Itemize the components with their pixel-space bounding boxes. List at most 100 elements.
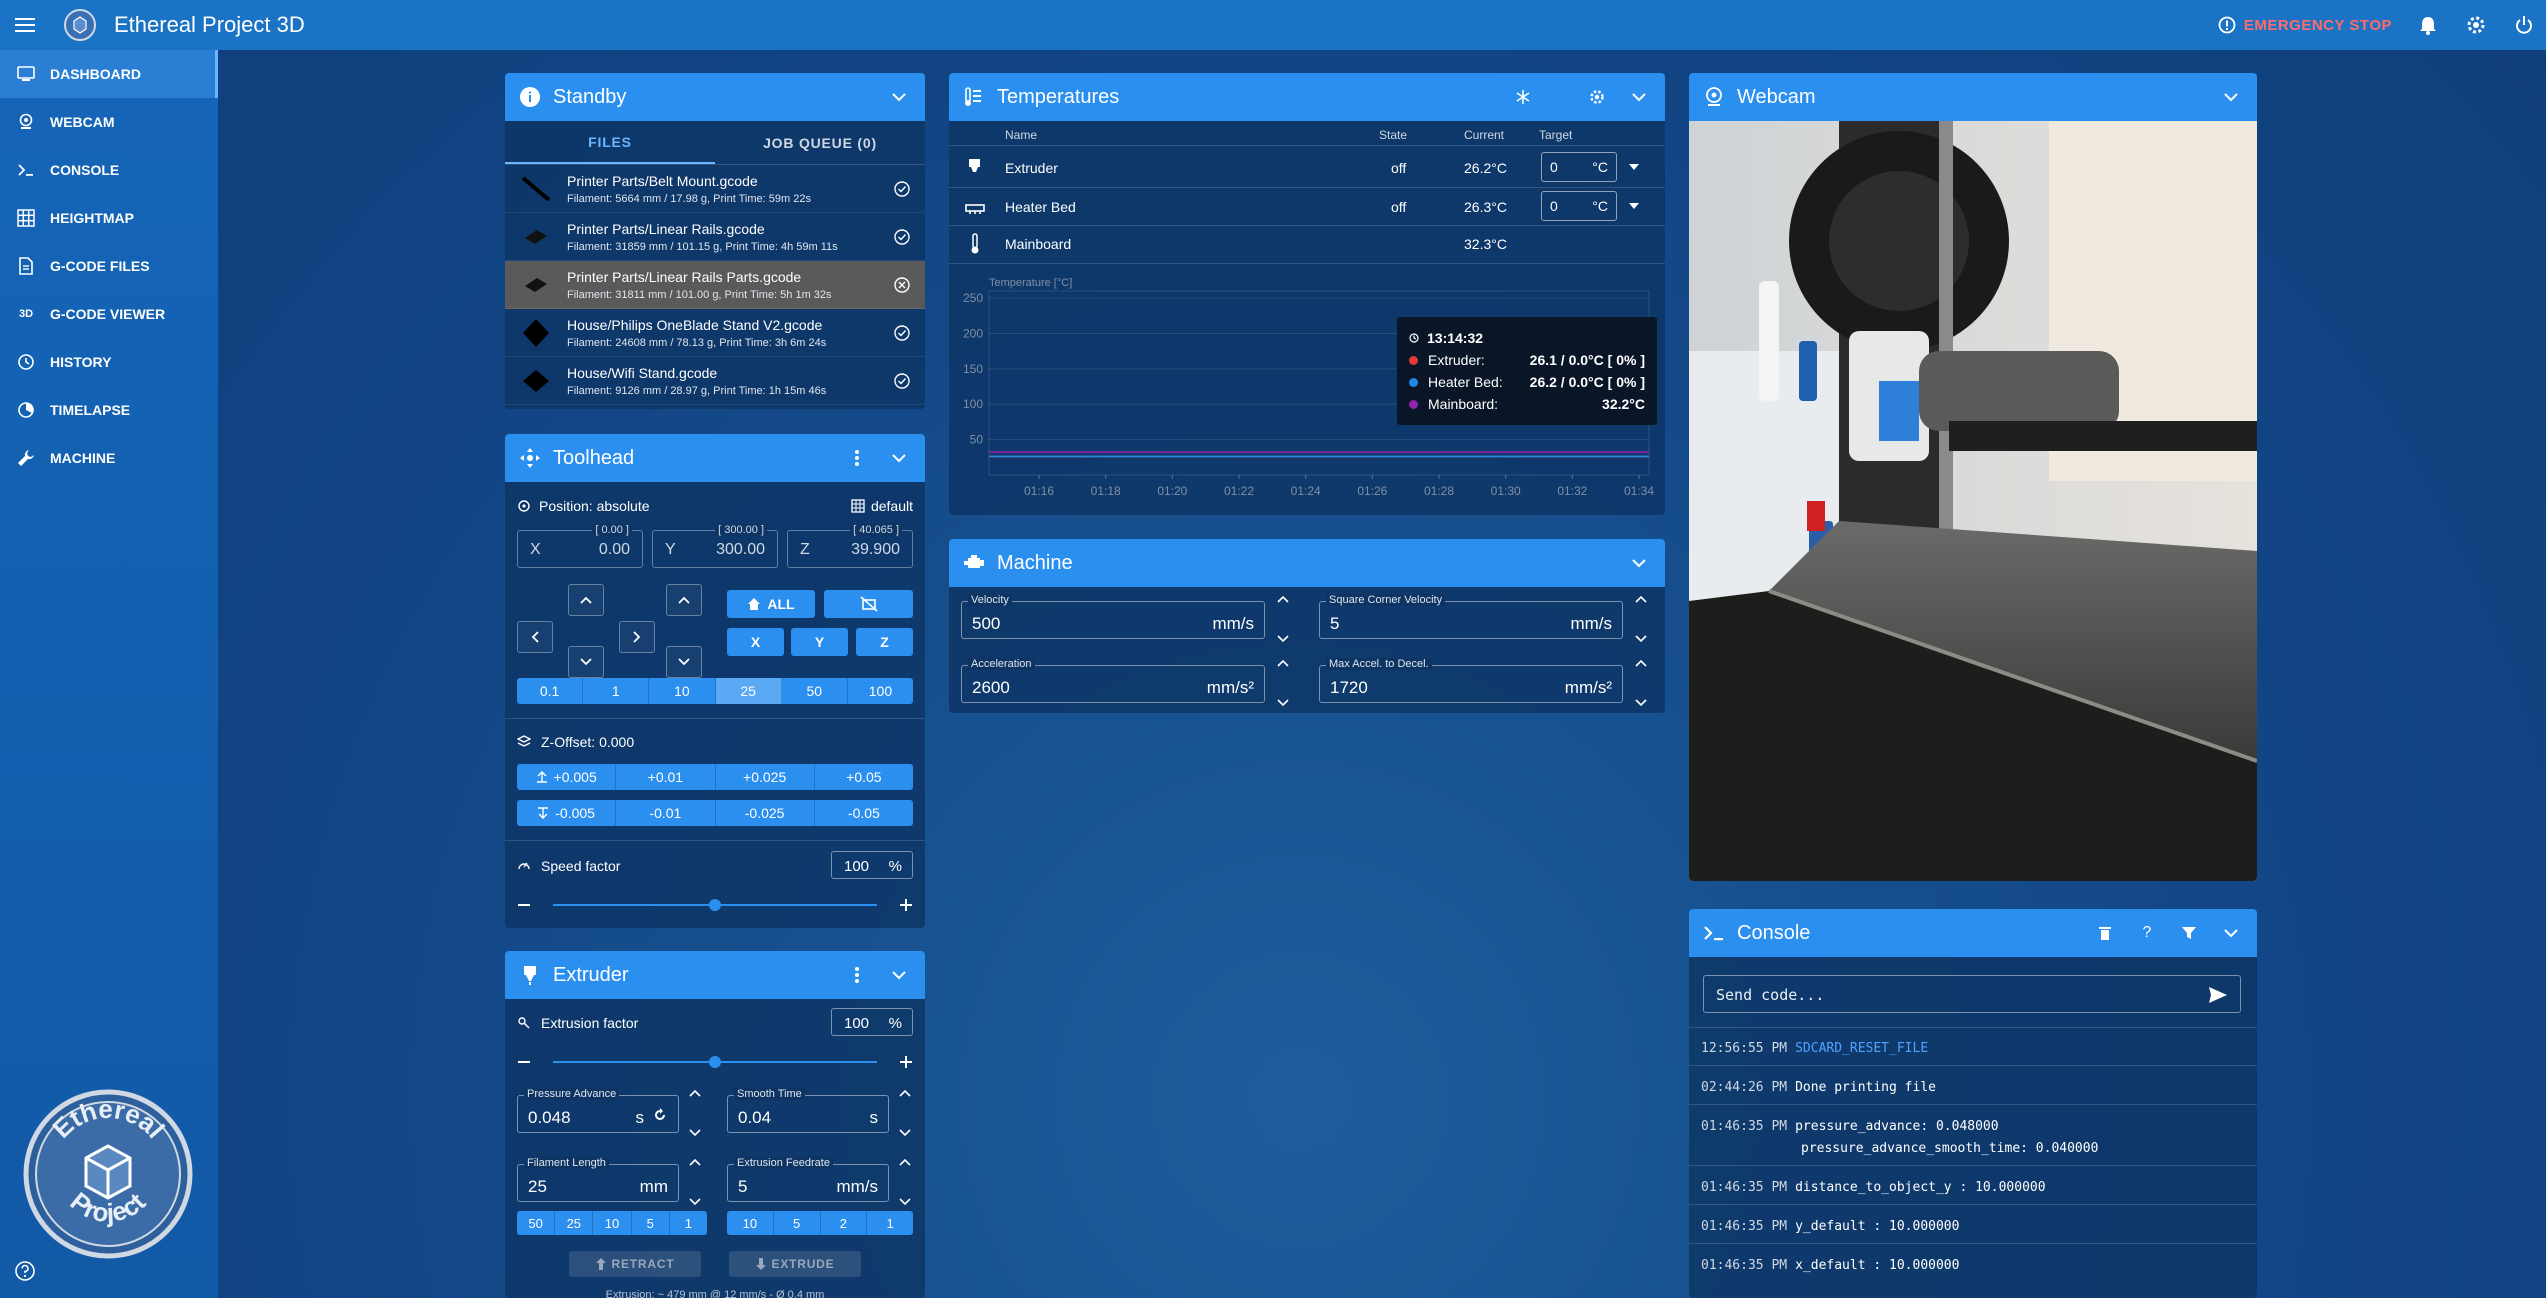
- length-preset-button[interactable]: 50: [517, 1211, 556, 1235]
- step-option[interactable]: 100: [847, 678, 913, 704]
- sidebar-item-gcode-files[interactable]: G-CODE FILES: [0, 242, 218, 290]
- chevron-down-icon[interactable]: [887, 446, 911, 470]
- step-option[interactable]: 1: [583, 678, 650, 704]
- step-option[interactable]: 50: [781, 678, 848, 704]
- chevron-down-icon[interactable]: [887, 963, 911, 987]
- console-message-link[interactable]: SDCARD_RESET_FILE: [1795, 1041, 1928, 1056]
- status-panel-header[interactable]: Standby: [505, 73, 925, 121]
- speed-factor-input[interactable]: 100 %: [831, 851, 913, 879]
- console-panel-header[interactable]: Console ?: [1689, 909, 2257, 957]
- pressure-advance-field[interactable]: Pressure Advance 0.048 s: [517, 1088, 679, 1133]
- emergency-stop-button[interactable]: EMERGENCY STOP: [2218, 16, 2392, 34]
- toolhead-panel-header[interactable]: Toolhead: [505, 434, 925, 482]
- max-accel-to-decel-field[interactable]: Max Accel. to Decel. 1720 mm/s²: [1319, 658, 1623, 703]
- chevron-down-icon[interactable]: [2219, 921, 2243, 945]
- length-preset-button[interactable]: 25: [555, 1211, 594, 1235]
- feedrate-preset-button[interactable]: 5: [773, 1211, 821, 1235]
- chevron-down-icon[interactable]: [2219, 85, 2243, 109]
- tab-job-queue[interactable]: JOB QUEUE (0): [715, 121, 925, 164]
- step-option[interactable]: 0.1: [517, 678, 584, 704]
- more-vertical-icon[interactable]: [845, 963, 869, 987]
- z-offset-down-button[interactable]: -0.005: [517, 800, 617, 826]
- plus-icon[interactable]: [899, 1055, 913, 1069]
- sidebar-item-dashboard[interactable]: DASHBOARD: [0, 50, 218, 98]
- chevron-down-icon[interactable]: [1627, 85, 1651, 109]
- plus-icon[interactable]: [899, 898, 913, 912]
- home-z-button[interactable]: Z: [856, 628, 913, 656]
- sidebar-item-webcam[interactable]: WEBCAM: [0, 98, 218, 146]
- power-icon[interactable]: [2512, 13, 2536, 37]
- caret-down-icon[interactable]: [1629, 203, 1639, 209]
- menu-icon[interactable]: [0, 0, 50, 50]
- trash-icon[interactable]: [2093, 921, 2117, 945]
- more-vertical-icon[interactable]: [845, 446, 869, 470]
- sidebar-item-timelapse[interactable]: TIMELAPSE: [0, 386, 218, 434]
- extrusion-feedrate-field[interactable]: Extrusion Feedrate 5 mm/s: [727, 1157, 889, 1202]
- extrusion-factor-input[interactable]: 100 %: [831, 1008, 913, 1036]
- caret-down-icon[interactable]: [1629, 164, 1639, 170]
- extrusion-feedrate-stepper[interactable]: [897, 1158, 913, 1206]
- filter-icon[interactable]: [2177, 921, 2201, 945]
- help-icon[interactable]: [14, 1260, 38, 1284]
- tab-files[interactable]: FILES: [505, 121, 715, 164]
- length-preset-button[interactable]: 1: [669, 1211, 707, 1235]
- y-position-field[interactable]: [ 300.00 ] Y 300.00: [652, 524, 778, 568]
- chevron-down-icon[interactable]: [887, 85, 911, 109]
- jog-x-minus-button[interactable]: [517, 621, 553, 653]
- z-offset-up-button[interactable]: +0.01: [616, 764, 716, 790]
- square-corner-velocity-field[interactable]: Square Corner Velocity 5 mm/s: [1319, 594, 1623, 639]
- minus-icon[interactable]: [517, 898, 531, 912]
- machine-panel-header[interactable]: Machine: [949, 539, 1665, 587]
- step-option[interactable]: 10: [649, 678, 716, 704]
- file-list-item[interactable]: Printer Parts/Belt Mount.gcode Filament: …: [505, 165, 925, 213]
- length-preset-button[interactable]: 5: [631, 1211, 670, 1235]
- minus-icon[interactable]: [517, 1055, 531, 1069]
- bell-icon[interactable]: [2416, 13, 2440, 37]
- file-list-item[interactable]: Printer Parts/Linear Rails.gcode Filament…: [505, 213, 925, 261]
- z-offset-down-button[interactable]: -0.025: [715, 800, 815, 826]
- extruder-panel-header[interactable]: Extruder: [505, 951, 925, 999]
- position-mode[interactable]: Position: absolute: [517, 498, 650, 514]
- sidebar-item-history[interactable]: HISTORY: [0, 338, 218, 386]
- webcam-panel-header[interactable]: Webcam: [1689, 73, 2257, 121]
- temperatures-panel-header[interactable]: Temperatures: [949, 73, 1665, 121]
- filament-length-field[interactable]: Filament Length 25 mm: [517, 1157, 679, 1202]
- step-option-selected[interactable]: 25: [715, 678, 782, 704]
- feedrate-preset-button[interactable]: 2: [820, 1211, 868, 1235]
- z-offset-up-button[interactable]: +0.005: [517, 764, 617, 790]
- file-list-item[interactable]: House/Wifi Stand.gcode Filament: 9126 mm …: [505, 357, 925, 405]
- file-list-item-selected[interactable]: Printer Parts/Linear Rails Parts.gcode Fi…: [505, 261, 925, 309]
- extrude-button[interactable]: EXTRUDE: [729, 1251, 861, 1277]
- home-x-button[interactable]: X: [727, 628, 784, 656]
- chevron-down-icon[interactable]: [1627, 551, 1651, 575]
- send-icon[interactable]: [2208, 986, 2228, 1004]
- z-offset-down-button[interactable]: -0.05: [814, 800, 913, 826]
- pressure-advance-stepper[interactable]: [687, 1089, 703, 1137]
- jog-x-plus-button[interactable]: [619, 621, 655, 653]
- jog-z-plus-button[interactable]: [666, 584, 702, 616]
- settings-icon[interactable]: [2464, 13, 2488, 37]
- filament-length-stepper[interactable]: [687, 1158, 703, 1206]
- velocity-stepper[interactable]: [1275, 595, 1291, 643]
- heater-bed-target-input[interactable]: 0 °C: [1541, 191, 1617, 221]
- smooth-time-stepper[interactable]: [897, 1089, 913, 1137]
- home-y-button[interactable]: Y: [791, 628, 848, 656]
- smooth-time-field[interactable]: Smooth Time 0.04 s: [727, 1088, 889, 1133]
- snowflake-icon[interactable]: [1511, 85, 1535, 109]
- square-corner-velocity-stepper[interactable]: [1633, 595, 1649, 643]
- retract-button[interactable]: RETRACT: [569, 1251, 701, 1277]
- acceleration-field[interactable]: Acceleration 2600 mm/s²: [961, 658, 1265, 703]
- home-all-button[interactable]: ALL: [727, 590, 815, 618]
- file-list-item[interactable]: House/Philips OneBlade Stand V2.gcode Fil…: [505, 309, 925, 357]
- console-command-input[interactable]: Send code...: [1703, 975, 2241, 1013]
- extruder-target-input[interactable]: 0 °C: [1541, 152, 1617, 182]
- profile-selector[interactable]: default: [851, 498, 913, 514]
- sidebar-item-heightmap[interactable]: HEIGHTMAP: [0, 194, 218, 242]
- jog-z-minus-button[interactable]: [666, 646, 702, 678]
- velocity-field[interactable]: Velocity 500 mm/s: [961, 594, 1265, 639]
- reset-icon[interactable]: [652, 1107, 668, 1123]
- sidebar-item-gcode-viewer[interactable]: 3D G-CODE VIEWER: [0, 290, 218, 338]
- feedrate-preset-button[interactable]: 1: [867, 1211, 913, 1235]
- max-accel-to-decel-stepper[interactable]: [1633, 659, 1649, 707]
- acceleration-stepper[interactable]: [1275, 659, 1291, 707]
